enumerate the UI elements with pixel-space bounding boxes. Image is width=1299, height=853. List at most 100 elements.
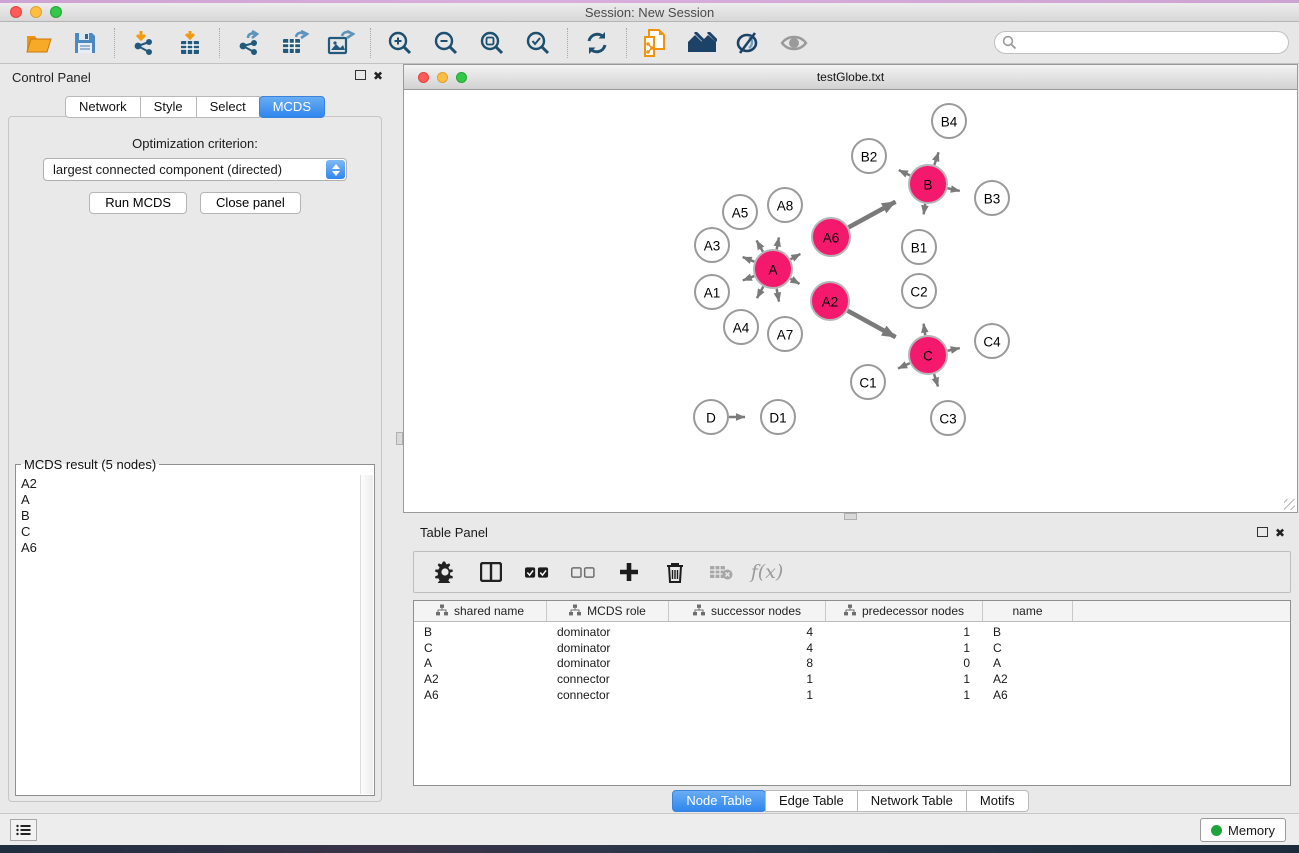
graph-node-D1[interactable]: D1 [761, 400, 795, 434]
import-table-icon[interactable] [175, 28, 205, 58]
table-cell[interactable]: B [414, 625, 547, 641]
graph-node-A5[interactable]: A5 [723, 195, 757, 229]
table-cell[interactable]: 0 [826, 656, 983, 672]
graph-node-A8[interactable]: A8 [768, 188, 802, 222]
graph-node-A3[interactable]: A3 [695, 228, 729, 262]
graph-node-B2[interactable]: B2 [852, 139, 886, 173]
graph-node-B[interactable]: B [909, 165, 947, 203]
graph-edge-C-C2[interactable] [924, 324, 926, 336]
graph-node-C2[interactable]: C2 [902, 274, 936, 308]
result-item[interactable]: A6 [17, 540, 360, 556]
show-hide-icon[interactable] [779, 28, 809, 58]
table-tab-node-table[interactable]: Node Table [672, 790, 766, 812]
import-network-icon[interactable] [129, 28, 159, 58]
graph-edge-A-A2[interactable] [790, 279, 799, 284]
table-tab-edge-table[interactable]: Edge Table [765, 790, 858, 812]
graph-edge-C-C4[interactable] [948, 348, 960, 351]
tab-network[interactable]: Network [65, 96, 141, 118]
table-cell[interactable]: A2 [983, 672, 1073, 688]
network-window-titlebar[interactable]: testGlobe.txt [403, 64, 1298, 90]
graph-edge-B-B2[interactable] [899, 170, 910, 175]
export-table-icon[interactable] [280, 28, 310, 58]
table-cell[interactable]: 4 [669, 641, 826, 657]
table-row[interactable]: Adominator80A [414, 656, 1290, 672]
graph-edge-C-C3[interactable] [934, 374, 938, 386]
graph-node-A6[interactable]: A6 [812, 218, 850, 256]
table-cell[interactable]: 8 [669, 656, 826, 672]
graph-node-B4[interactable]: B4 [932, 104, 966, 138]
task-history-list-icon[interactable] [10, 819, 37, 841]
graph-edge-B-B1[interactable] [924, 204, 926, 215]
column-header-predecessor-nodes[interactable]: predecessor nodes [826, 601, 983, 621]
network-canvas[interactable]: AA1A2A3A4A5A6A7A8BB1B2B3B4CC1C2C3C4DD1 [403, 90, 1298, 513]
table-cell[interactable]: A2 [414, 672, 547, 688]
graph-node-B1[interactable]: B1 [902, 230, 936, 264]
graph-edge-A-A4[interactable] [757, 287, 763, 299]
close-table-panel-icon[interactable]: ✖ [1275, 526, 1285, 540]
table-cell[interactable]: 1 [669, 672, 826, 688]
table-cell[interactable]: 1 [826, 688, 983, 704]
home-icon[interactable] [687, 28, 717, 58]
result-item[interactable]: A2 [17, 476, 360, 492]
table-cell[interactable]: 4 [669, 625, 826, 641]
close-panel-icon[interactable]: ✖ [373, 69, 383, 83]
run-mcds-button[interactable]: Run MCDS [89, 192, 187, 214]
graph-node-C4[interactable]: C4 [975, 324, 1009, 358]
graph-edge-A6-B[interactable] [849, 202, 896, 228]
zoom-in-icon[interactable] [385, 28, 415, 58]
graph-edge-B-B3[interactable] [948, 188, 960, 191]
toggle-graphics-details-icon[interactable] [733, 28, 763, 58]
column-header-shared-name[interactable]: shared name [414, 601, 547, 621]
graph-node-A7[interactable]: A7 [768, 317, 802, 351]
graph-edge-C-C1[interactable] [898, 363, 910, 368]
select-all-icon[interactable] [525, 559, 549, 585]
table-row[interactable]: Cdominator41C [414, 641, 1290, 657]
result-item[interactable]: C [17, 524, 360, 540]
graph-edge-B-B4[interactable] [934, 152, 938, 165]
table-cell[interactable]: A6 [414, 688, 547, 704]
graph-node-C[interactable]: C [909, 336, 947, 374]
result-item[interactable]: B [17, 508, 360, 524]
table-cell[interactable]: A [414, 656, 547, 672]
graph-edge-A-A6[interactable] [791, 254, 801, 259]
graph-edge-A-A5[interactable] [757, 241, 763, 252]
graph-node-D[interactable]: D [694, 400, 728, 434]
table-cell[interactable]: 1 [669, 688, 826, 704]
result-scrollbar[interactable] [360, 475, 373, 794]
result-item[interactable]: A [17, 492, 360, 508]
add-column-plus-icon[interactable] [617, 559, 641, 585]
table-cell[interactable]: 1 [826, 672, 983, 688]
export-network-icon[interactable] [234, 28, 264, 58]
table-tab-network-table[interactable]: Network Table [857, 790, 967, 812]
memory-button[interactable]: Memory [1200, 818, 1286, 842]
table-cell[interactable]: C [414, 641, 547, 657]
table-cell[interactable]: A6 [983, 688, 1073, 704]
optimization-dropdown[interactable]: largest connected component (directed) [43, 158, 347, 181]
table-cell[interactable]: A [983, 656, 1073, 672]
table-row[interactable]: A2connector11A2 [414, 672, 1290, 688]
vertical-splitter-grip[interactable] [396, 432, 403, 445]
graph-edge-A-A8[interactable] [777, 237, 779, 249]
table-cell[interactable]: dominator [547, 641, 669, 657]
horizontal-splitter-grip[interactable] [844, 513, 857, 520]
table-cell[interactable]: B [983, 625, 1073, 641]
graph-node-C1[interactable]: C1 [851, 365, 885, 399]
graph-edge-A-A7[interactable] [777, 289, 779, 302]
graph-node-A1[interactable]: A1 [695, 275, 729, 309]
tab-style[interactable]: Style [140, 96, 197, 118]
graph-edge-A2-C[interactable] [848, 311, 896, 337]
save-icon[interactable] [70, 28, 100, 58]
zoom-fit-icon[interactable] [477, 28, 507, 58]
table-cell[interactable]: 1 [826, 641, 983, 657]
search-input[interactable] [994, 31, 1289, 54]
graph-node-C3[interactable]: C3 [931, 401, 965, 435]
deselect-all-icon[interactable] [571, 559, 595, 585]
table-cell[interactable]: dominator [547, 625, 669, 641]
tab-select[interactable]: Select [196, 96, 260, 118]
graph-edge-A-A1[interactable] [743, 276, 754, 280]
window-resize-grip[interactable] [1284, 499, 1295, 510]
table-cell[interactable]: C [983, 641, 1073, 657]
show-column-icon[interactable] [479, 559, 503, 585]
graph-node-A4[interactable]: A4 [724, 310, 758, 344]
table-cell[interactable]: 1 [826, 625, 983, 641]
